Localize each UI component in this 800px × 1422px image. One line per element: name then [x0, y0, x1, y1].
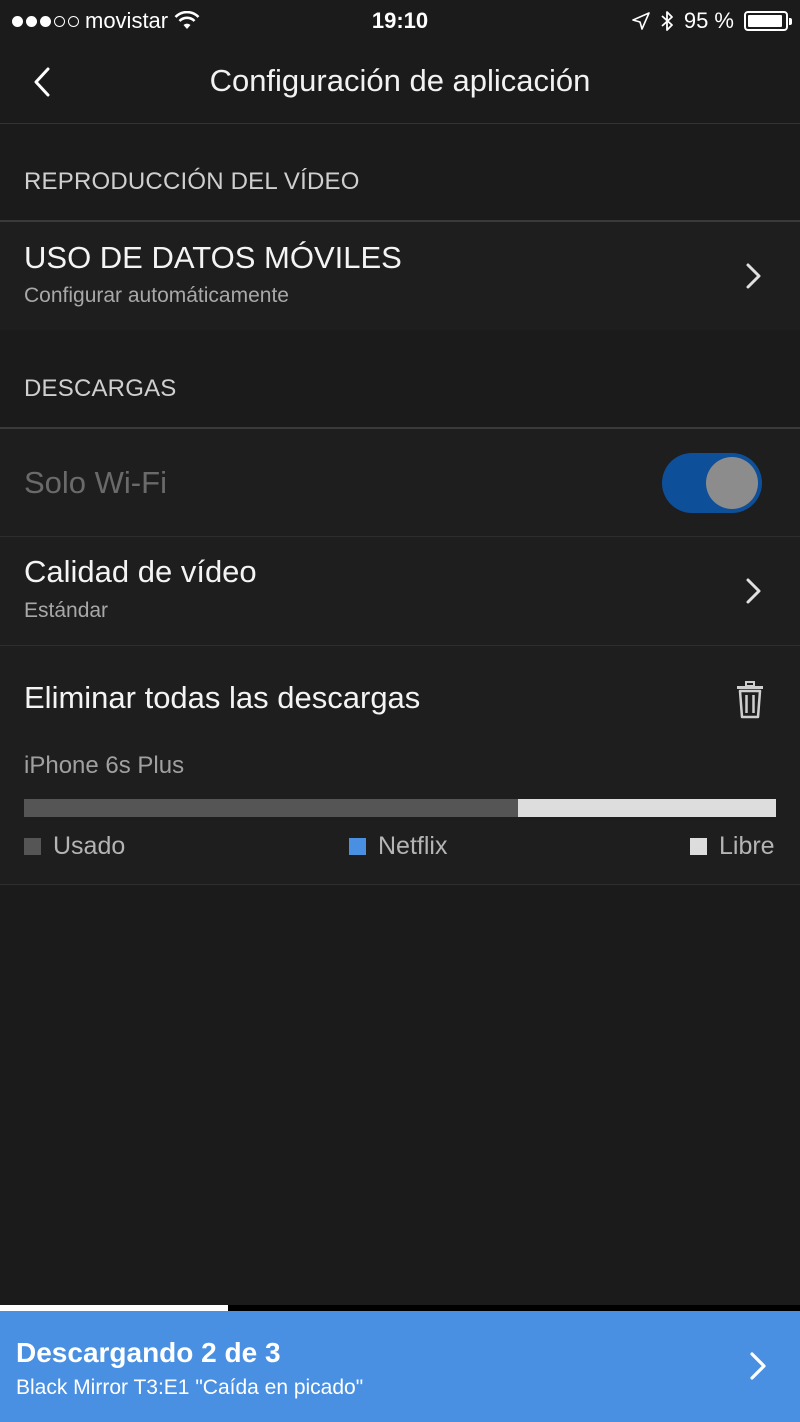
video-quality-subtitle: Estándar	[24, 599, 109, 622]
page-title: Configuración de aplicación	[209, 63, 591, 98]
legend-used: Usado	[24, 832, 125, 861]
video-quality-title: Calidad de vídeo	[24, 554, 257, 589]
battery-fill	[748, 15, 783, 27]
delete-all-downloads-label: Eliminar todas las descargas	[24, 680, 421, 715]
status-bar: movistar 19:10 95 %	[0, 0, 800, 40]
video-quality-row[interactable]: Calidad de vídeo Estándar	[0, 537, 800, 645]
download-status-banner[interactable]: Descargando 2 de 3 Black Mirror T3:E1 "C…	[0, 1311, 800, 1422]
legend-label-used: Usado	[53, 832, 126, 860]
legend-label-netflix: Netflix	[378, 832, 448, 860]
legend-swatch-used	[24, 838, 41, 855]
legend-swatch-netflix	[349, 838, 366, 855]
section-title-downloads: DESCARGAS	[24, 375, 177, 402]
legend-netflix: Netflix	[349, 832, 447, 861]
storage-device-name: iPhone 6s Plus	[24, 752, 185, 779]
divider	[0, 884, 800, 885]
wifi-only-row: Solo Wi-Fi	[0, 429, 800, 536]
bluetooth-icon	[661, 11, 673, 31]
wifi-only-toggle[interactable]	[662, 453, 762, 513]
battery-percent: 95 %	[683, 8, 734, 33]
section-title-video-playback: REPRODUCCIÓN DEL VÍDEO	[24, 168, 360, 195]
chevron-right-icon	[750, 1352, 766, 1380]
storage-usage-bar	[24, 799, 776, 817]
mobile-data-usage-row[interactable]: USO DE DATOS MÓVILES Configurar automáti…	[0, 222, 800, 330]
battery-icon	[744, 11, 792, 31]
legend-swatch-free	[690, 838, 707, 855]
legend-free: Libre	[690, 832, 775, 861]
chevron-right-icon	[746, 578, 761, 604]
app-settings-screen: movistar 19:10 95 % Configuración de apl…	[0, 0, 800, 1422]
download-status-title: Descargando 2 de 3	[16, 1337, 281, 1368]
status-right: 95 %	[632, 8, 792, 34]
wifi-only-label: Solo Wi-Fi	[24, 465, 167, 500]
legend-label-free: Libre	[719, 832, 775, 860]
storage-used-segment	[24, 799, 519, 817]
toggle-knob	[706, 457, 758, 509]
trash-icon[interactable]	[736, 681, 764, 719]
mobile-data-usage-title: USO DE DATOS MÓVILES	[24, 240, 402, 275]
mobile-data-usage-subtitle: Configurar automáticamente	[24, 284, 289, 307]
navigation-header: Configuración de aplicación	[0, 40, 800, 124]
location-arrow-icon	[632, 12, 650, 30]
chevron-right-icon	[746, 263, 761, 289]
download-status-subtitle: Black Mirror T3:E1 "Caída en picado"	[16, 1376, 364, 1399]
